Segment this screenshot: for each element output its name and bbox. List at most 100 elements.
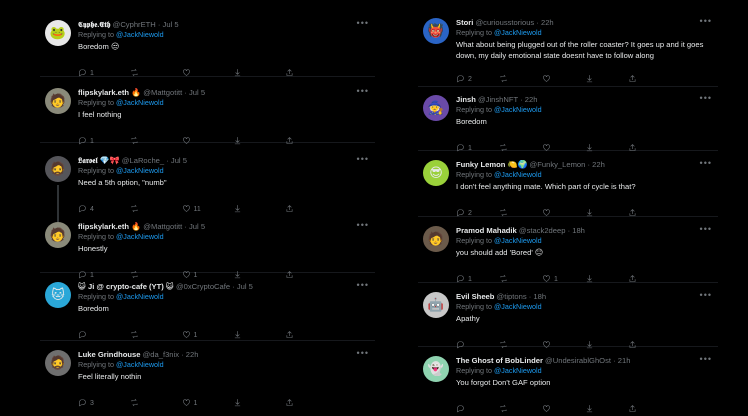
- like-button[interactable]: 1: [182, 330, 222, 341]
- display-name[interactable]: Luke Grindhouse: [78, 350, 140, 359]
- retweet-button[interactable]: [130, 330, 170, 341]
- share-button[interactable]: [628, 404, 668, 415]
- share-button[interactable]: [628, 208, 668, 219]
- views-button[interactable]: [233, 330, 273, 341]
- retweet-button[interactable]: [130, 204, 170, 215]
- replying-to-handle[interactable]: @JackNiewold: [494, 28, 542, 37]
- views-button[interactable]: [585, 404, 625, 415]
- views-button[interactable]: [233, 136, 273, 147]
- replying-to-handle[interactable]: @JackNiewold: [116, 30, 164, 39]
- user-handle[interactable]: @Funky_Lemon: [530, 160, 586, 169]
- user-handle[interactable]: @curiousstorious: [475, 18, 534, 27]
- like-button[interactable]: [542, 208, 582, 219]
- share-button[interactable]: [628, 340, 668, 351]
- replying-to-handle[interactable]: @JackNiewold: [494, 302, 542, 311]
- display-name[interactable]: 𝕷𝖆𝖗𝖔𝖊𝖑: [78, 156, 98, 165]
- reply-button[interactable]: [456, 404, 496, 415]
- share-button[interactable]: [285, 270, 325, 281]
- user-handle[interactable]: @CyphrETH: [113, 20, 156, 29]
- replying-to-handle[interactable]: @JackNiewold: [494, 105, 542, 114]
- views-button[interactable]: [585, 274, 625, 285]
- more-icon[interactable]: •••: [357, 220, 369, 230]
- more-icon[interactable]: •••: [357, 18, 369, 28]
- user-handle[interactable]: @tiptons: [497, 292, 527, 301]
- views-button[interactable]: [233, 398, 273, 409]
- retweet-button[interactable]: [499, 274, 539, 285]
- timestamp[interactable]: · Jul 5: [184, 88, 205, 97]
- reply-button[interactable]: [78, 330, 118, 341]
- retweet-button[interactable]: [130, 398, 170, 409]
- display-name[interactable]: 𝕮𝖞𝖕𝖍𝖊.𝕰𝖙𝖍: [78, 20, 110, 29]
- timestamp[interactable]: · 21h: [613, 356, 630, 365]
- more-icon[interactable]: •••: [700, 354, 712, 364]
- like-button[interactable]: 1: [182, 398, 222, 409]
- reply-button[interactable]: 2: [456, 208, 496, 219]
- like-button[interactable]: 1: [542, 274, 582, 285]
- views-button[interactable]: [585, 340, 625, 351]
- views-button[interactable]: [233, 204, 273, 215]
- display-name[interactable]: flipskylark.eth: [78, 222, 129, 231]
- reply-button[interactable]: 4: [78, 204, 118, 215]
- more-icon[interactable]: •••: [700, 224, 712, 234]
- replying-to-handle[interactable]: @JackNiewold: [116, 98, 164, 107]
- more-icon[interactable]: •••: [357, 280, 369, 290]
- user-handle[interactable]: @stack2deep: [519, 226, 566, 235]
- replying-to-handle[interactable]: @JackNiewold: [116, 360, 164, 369]
- more-icon[interactable]: •••: [357, 86, 369, 96]
- timestamp[interactable]: · Jul 5: [184, 222, 205, 231]
- like-button[interactable]: [182, 68, 222, 79]
- reply-button[interactable]: 1: [456, 274, 496, 285]
- timestamp[interactable]: · 18h: [529, 292, 546, 301]
- timestamp[interactable]: · Jul 5: [158, 20, 179, 29]
- more-icon[interactable]: •••: [700, 16, 712, 26]
- share-button[interactable]: [285, 398, 325, 409]
- user-handle[interactable]: @UndesirablGhOst: [545, 356, 611, 365]
- user-handle[interactable]: @Mattgotitt: [143, 88, 182, 97]
- timestamp[interactable]: · 22h: [536, 18, 553, 27]
- retweet-button[interactable]: [499, 143, 539, 154]
- like-button[interactable]: [542, 404, 582, 415]
- more-icon[interactable]: •••: [357, 348, 369, 358]
- more-icon[interactable]: •••: [700, 290, 712, 300]
- display-name[interactable]: The Ghost of BobLinder: [456, 356, 543, 365]
- avatar[interactable]: 🧑: [45, 222, 71, 248]
- avatar[interactable]: 🤖: [423, 292, 449, 318]
- retweet-button[interactable]: [130, 68, 170, 79]
- user-handle[interactable]: @Mattgotitt: [143, 222, 182, 231]
- timestamp[interactable]: · 22h: [181, 350, 198, 359]
- share-button[interactable]: [285, 330, 325, 341]
- like-button[interactable]: 1: [182, 270, 222, 281]
- share-button[interactable]: [628, 143, 668, 154]
- avatar[interactable]: 🧔: [45, 156, 71, 182]
- timestamp[interactable]: · 22h: [520, 95, 537, 104]
- more-icon[interactable]: •••: [700, 93, 712, 103]
- timestamp[interactable]: · 22h: [588, 160, 605, 169]
- views-button[interactable]: [233, 270, 273, 281]
- timestamp[interactable]: · Jul 5: [232, 282, 253, 291]
- timestamp[interactable]: · 18h: [568, 226, 585, 235]
- avatar[interactable]: 😎: [423, 160, 449, 186]
- retweet-button[interactable]: [499, 404, 539, 415]
- avatar[interactable]: 🧙: [423, 95, 449, 121]
- display-name[interactable]: flipskylark.eth: [78, 88, 129, 97]
- reply-button[interactable]: 1: [456, 143, 496, 154]
- views-button[interactable]: [585, 208, 625, 219]
- avatar[interactable]: 🧑: [423, 226, 449, 252]
- views-button[interactable]: [233, 68, 273, 79]
- share-button[interactable]: [628, 74, 668, 85]
- retweet-button[interactable]: [499, 208, 539, 219]
- reply-button[interactable]: 1: [78, 270, 118, 281]
- like-button[interactable]: 11: [182, 204, 222, 215]
- replying-to-handle[interactable]: @JackNiewold: [494, 170, 542, 179]
- replying-to-handle[interactable]: @JackNiewold: [116, 232, 164, 241]
- reply-button[interactable]: [456, 340, 496, 351]
- reply-button[interactable]: 2: [456, 74, 496, 85]
- retweet-button[interactable]: [130, 270, 170, 281]
- like-button[interactable]: [182, 136, 222, 147]
- reply-button[interactable]: 1: [78, 68, 118, 79]
- replying-to-handle[interactable]: @JackNiewold: [116, 292, 164, 301]
- share-button[interactable]: [285, 68, 325, 79]
- like-button[interactable]: [542, 74, 582, 85]
- avatar[interactable]: 🧔: [45, 350, 71, 376]
- like-button[interactable]: [542, 340, 582, 351]
